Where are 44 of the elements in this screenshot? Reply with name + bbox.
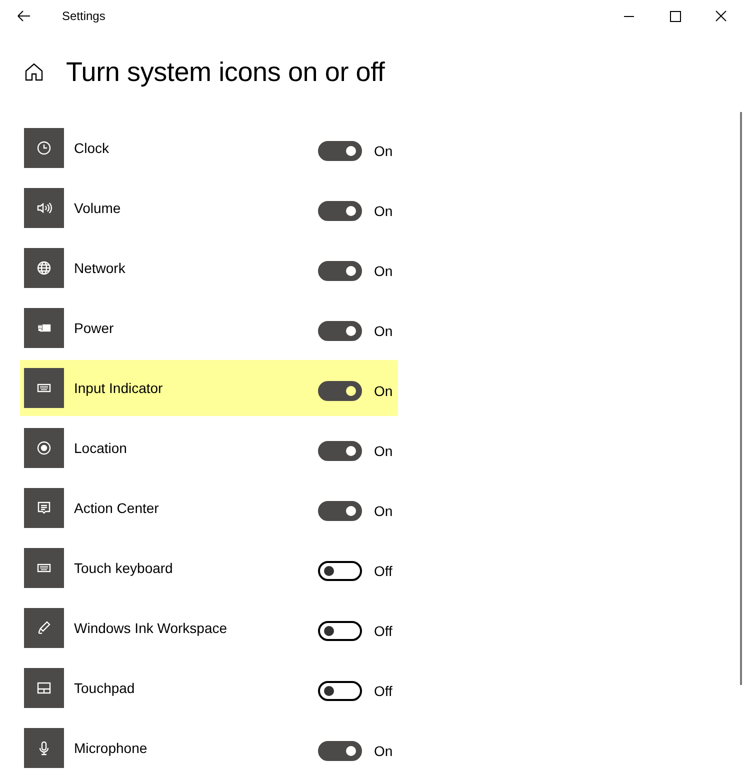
location-dot-icon	[36, 440, 52, 456]
setting-label: Action Center	[74, 500, 160, 516]
toggle-switch[interactable]	[318, 681, 362, 701]
setting-label: Microphone	[74, 740, 148, 756]
toggle-state: Off	[374, 623, 392, 639]
toggle-state: On	[374, 203, 393, 219]
setting-label: Touchpad	[74, 680, 136, 696]
toggle-state: Off	[374, 563, 392, 579]
toggle-switch[interactable]	[318, 321, 362, 341]
message-icon	[36, 500, 52, 516]
touchpad-icon	[36, 680, 52, 696]
toggle-state: On	[374, 323, 393, 339]
page-title: Turn system icons on or off	[66, 56, 385, 88]
toggle-switch[interactable]	[318, 441, 362, 461]
setting-label: Network	[74, 260, 126, 276]
toggle-switch[interactable]	[318, 141, 362, 161]
toggle-switch[interactable]	[318, 621, 362, 641]
setting-label: Location	[74, 440, 128, 456]
toggle-state: On	[374, 743, 393, 759]
toggle-switch[interactable]	[318, 561, 362, 581]
toggle-state: On	[374, 503, 393, 519]
toggle-state: Off	[374, 683, 392, 699]
toggle-switch[interactable]	[318, 201, 362, 221]
speaker-icon	[36, 200, 52, 216]
setting-label: Touch keyboard	[74, 560, 174, 576]
toggle-state: On	[374, 263, 393, 279]
scrollbar[interactable]	[740, 112, 742, 685]
setting-label: Input Indicator	[74, 380, 164, 396]
clock-icon	[36, 140, 52, 156]
pen-icon	[36, 620, 52, 636]
setting-label: Windows Ink Workspace	[74, 620, 228, 636]
home-icon[interactable]	[24, 62, 44, 82]
toggle-state: On	[374, 143, 393, 159]
globe-icon	[36, 260, 52, 276]
toggle-switch[interactable]	[318, 381, 362, 401]
setting-label: Volume	[74, 200, 122, 216]
window-title: Settings	[62, 9, 106, 23]
toggle-state: On	[374, 383, 393, 399]
toggle-switch[interactable]	[318, 501, 362, 521]
setting-label: Power	[74, 320, 115, 336]
setting-label: Clock	[74, 140, 110, 156]
toggle-switch[interactable]	[318, 741, 362, 761]
toggle-state: On	[374, 443, 393, 459]
toggle-switch[interactable]	[318, 261, 362, 281]
